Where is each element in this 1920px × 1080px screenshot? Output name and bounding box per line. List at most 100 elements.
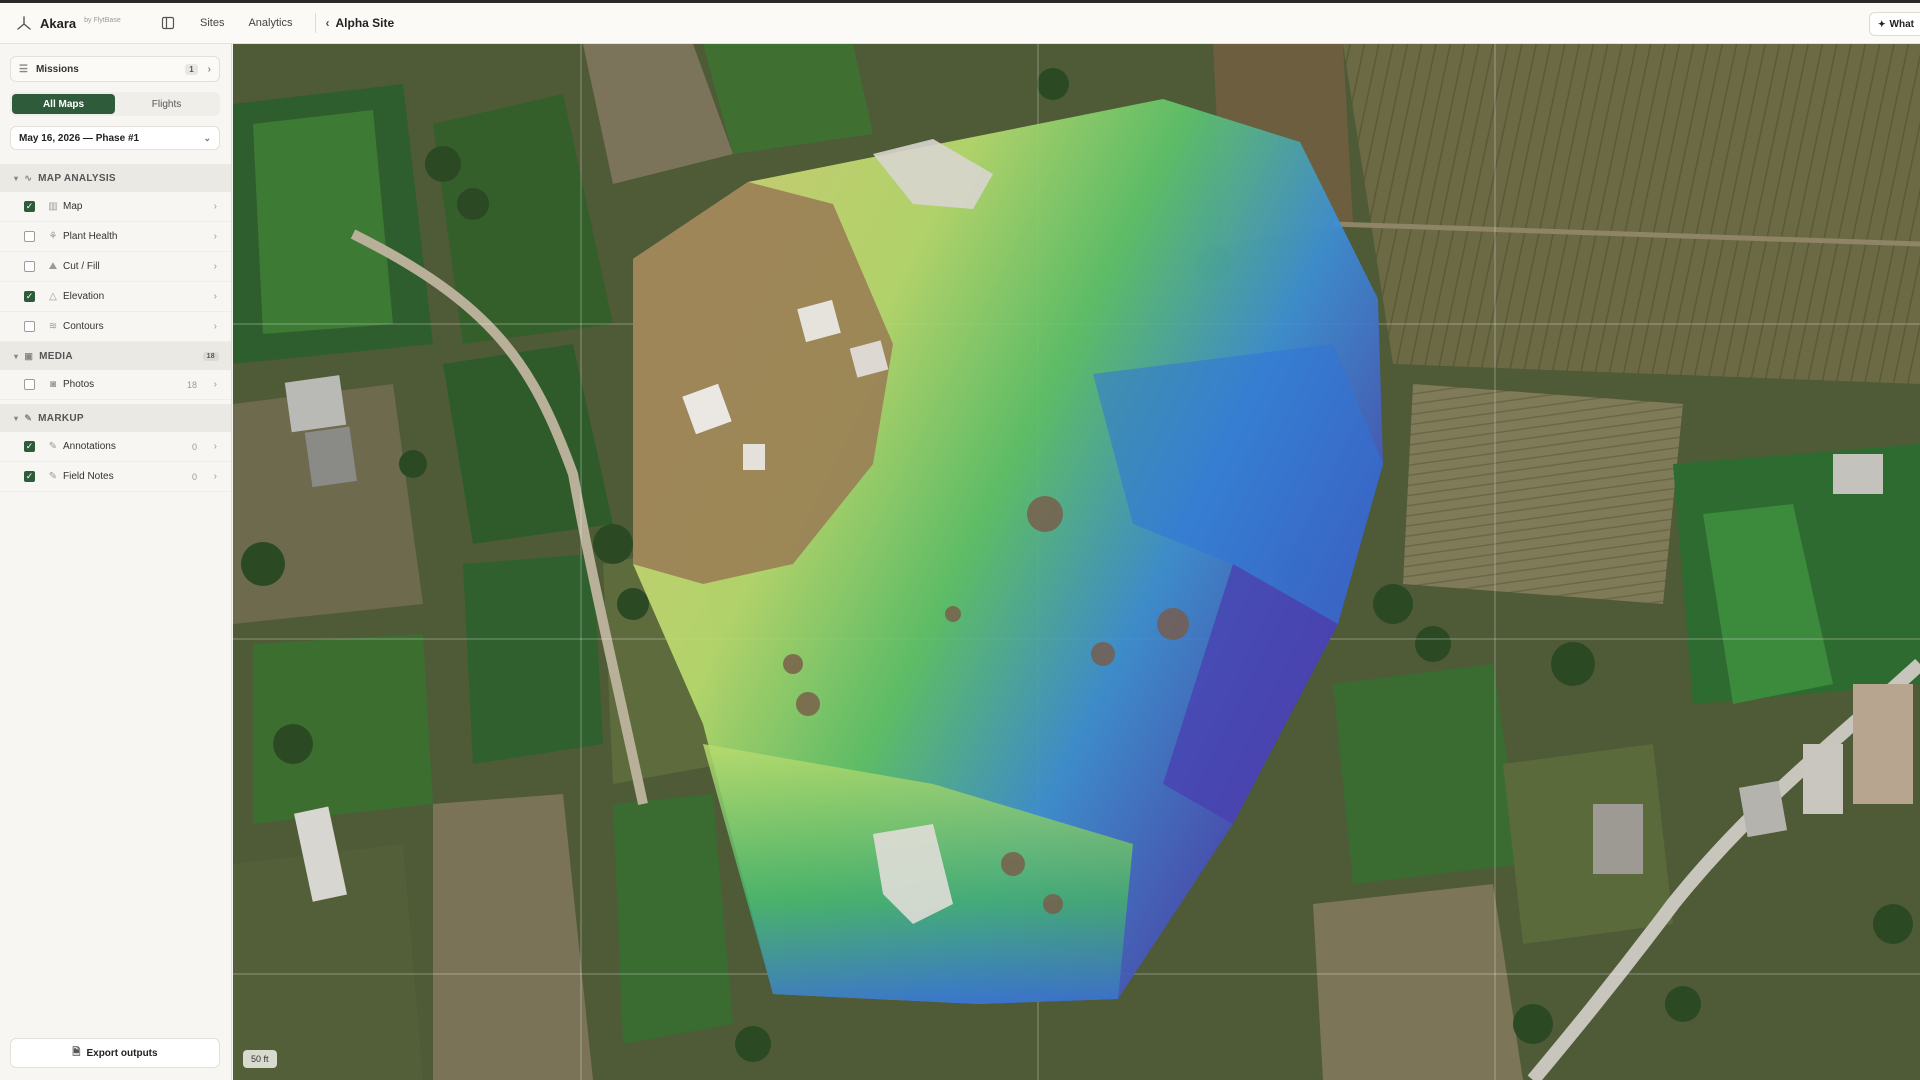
chevron-down-icon: ⌄	[203, 132, 211, 143]
section-markup[interactable]: ▾ ✎ MARKUP	[0, 404, 231, 432]
field	[613, 794, 733, 1044]
missions-icon: ☰	[19, 63, 28, 75]
field	[1313, 884, 1523, 1080]
akara-logo-icon	[17, 16, 31, 30]
field	[703, 44, 873, 154]
section-title: MEDIA	[39, 350, 73, 362]
top-bar: Akara by FlytBase Sites Analytics ‹ Alph…	[0, 0, 1920, 44]
cut-fill-icon: ⛰	[48, 261, 58, 272]
layer-contours-checkbox[interactable]	[24, 321, 35, 332]
chevron-down-icon: ▾	[14, 351, 19, 361]
layer-annotations[interactable]: ✓ ✎ Annotations 0 ›	[0, 432, 231, 462]
nav-analytics[interactable]: Analytics	[248, 17, 292, 29]
analysis-icon: ∿	[24, 172, 33, 183]
main-nav: Sites Analytics	[200, 17, 293, 29]
chevron-right-icon: ›	[213, 379, 217, 390]
layer-plant-health-checkbox[interactable]	[24, 231, 35, 242]
building	[304, 426, 357, 488]
leaf-icon: ⚘	[48, 231, 58, 242]
breadcrumb-site: Alpha Site	[335, 16, 395, 30]
building	[1853, 684, 1913, 804]
tab-all-maps[interactable]: All Maps	[12, 94, 115, 114]
layer-cut-fill[interactable]: ⛰ Cut / Fill ›	[0, 252, 231, 282]
chevron-right-icon: ›	[213, 321, 217, 332]
section-map-analysis[interactable]: ▾ ∿ MAP ANALYSIS	[0, 164, 231, 192]
building	[284, 375, 347, 433]
section-title: MARKUP	[38, 412, 84, 424]
layer-count: 18	[186, 379, 197, 390]
layer-annotations-checkbox[interactable]: ✓	[24, 441, 35, 452]
section-media[interactable]: ▾ ▣ MEDIA 18	[0, 342, 231, 370]
field	[463, 554, 603, 764]
building	[1803, 744, 1843, 814]
export-outputs-button[interactable]: 🗎 Export outputs	[10, 1038, 220, 1068]
layer-plant-health[interactable]: ⚘ Plant Health ›	[0, 222, 231, 252]
brand[interactable]: Akara by FlytBase	[0, 15, 148, 31]
chevron-down-icon: ▾	[14, 173, 19, 183]
chevron-right-icon: ›	[207, 63, 211, 75]
whats-new-label: What	[1889, 18, 1914, 30]
orchard	[1343, 44, 1920, 384]
layer-count: 0	[191, 471, 197, 482]
missions-count: 1	[185, 63, 198, 75]
contour-icon: ≋	[48, 321, 58, 332]
building	[1833, 454, 1883, 494]
media-icon: ▣	[24, 350, 34, 361]
layer-field-notes[interactable]: ✓ ✎ Field Notes 0 ›	[0, 462, 231, 492]
field	[1403, 384, 1683, 604]
chevron-right-icon: ›	[213, 201, 217, 212]
map-scale: 50 ft	[243, 1050, 277, 1068]
satellite-map[interactable]	[233, 44, 1920, 1080]
nav-divider	[314, 13, 316, 33]
missions-label: Missions	[35, 63, 79, 75]
layer-label: Photos	[63, 379, 95, 390]
export-label: Export outputs	[86, 1047, 158, 1059]
pen-icon: ✎	[48, 441, 58, 452]
sidebar-toggle-button[interactable]	[154, 9, 182, 37]
whats-new-button[interactable]: ✦ What	[1869, 12, 1920, 36]
mountain-icon: △	[49, 291, 57, 302]
layer-photos-checkbox[interactable]	[24, 379, 35, 390]
chevron-right-icon: ›	[213, 291, 217, 302]
nav-sites[interactable]: Sites	[200, 17, 224, 29]
missions-button[interactable]: ☰ Missions 1 ›	[10, 56, 220, 82]
chevron-left-icon: ‹	[325, 16, 330, 30]
layer-photos[interactable]: ◙ Photos 18 ›	[0, 370, 231, 400]
layer-cut-fill-checkbox[interactable]	[24, 261, 35, 272]
date-phase-select[interactable]: May 16, 2026 — Phase #1 ⌄	[10, 126, 220, 150]
breadcrumb[interactable]: ‹ Alpha Site	[326, 16, 395, 30]
layer-map[interactable]: ✓ ▥ Map ›	[0, 192, 231, 222]
chevron-down-icon: ▾	[14, 413, 19, 423]
tab-flights[interactable]: Flights	[115, 94, 218, 114]
chevron-right-icon: ›	[213, 441, 217, 452]
pen-icon: ✎	[48, 471, 58, 482]
layer-label: Map	[63, 201, 83, 212]
building	[1593, 804, 1643, 874]
brand-by: by FlytBase	[84, 16, 121, 24]
sparkle-icon: ✦	[1878, 18, 1886, 29]
brand-name: Akara	[40, 15, 77, 31]
building	[1738, 780, 1788, 838]
layer-elevation-checkbox[interactable]: ✓	[24, 291, 35, 302]
layer-contours[interactable]: ≋ Contours ›	[0, 312, 231, 342]
map-scale-label: 50 ft	[251, 1054, 269, 1064]
date-phase-value: May 16, 2026 — Phase #1	[19, 132, 140, 144]
layer-field-notes-checkbox[interactable]: ✓	[24, 471, 35, 482]
map-viewport[interactable]: 50 ft	[233, 44, 1920, 1080]
layer-map-checkbox[interactable]: ✓	[24, 201, 35, 212]
chevron-right-icon: ›	[213, 261, 217, 272]
chevron-right-icon: ›	[213, 231, 217, 242]
layer-label: Cut / Fill	[63, 261, 100, 272]
layer-label: Field Notes	[63, 471, 114, 482]
structure	[743, 444, 765, 470]
map-icon: ▥	[48, 201, 58, 212]
layer-label: Plant Health	[63, 231, 118, 242]
camera-icon: ◙	[49, 379, 57, 390]
view-tabs: All Maps Flights	[10, 92, 220, 116]
sidebar: ☰ Missions 1 › All Maps Flights May 16, …	[0, 44, 232, 1080]
layer-elevation[interactable]: ✓ △ Elevation ›	[0, 282, 231, 312]
section-title: MAP ANALYSIS	[38, 172, 116, 184]
layer-count: 0	[191, 441, 197, 452]
layer-label: Elevation	[63, 291, 105, 302]
chevron-right-icon: ›	[213, 471, 217, 482]
